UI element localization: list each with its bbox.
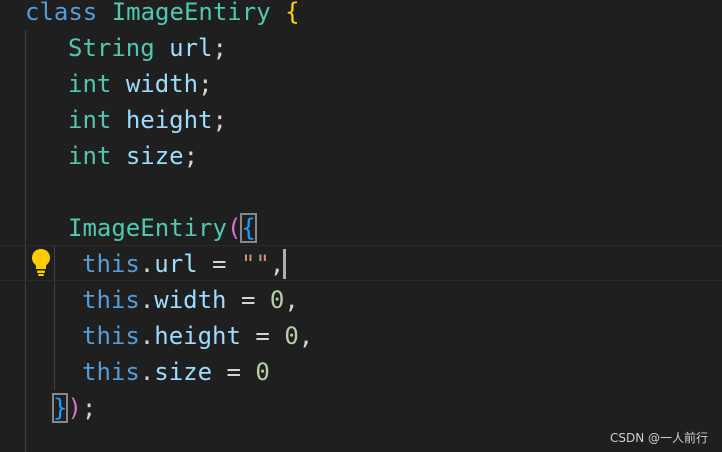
open-paren: ( bbox=[226, 214, 242, 242]
field-type: int bbox=[68, 142, 112, 170]
number-value: 0 bbox=[269, 286, 285, 314]
semicolon: ; bbox=[183, 142, 199, 170]
code-line-assignment[interactable]: this.url = "", bbox=[82, 246, 284, 282]
comma: , bbox=[298, 322, 314, 350]
dot: . bbox=[139, 250, 155, 278]
indent-guide bbox=[25, 30, 26, 452]
code-line-assignment[interactable]: this.height = 0, bbox=[82, 318, 313, 354]
this-keyword: this bbox=[82, 358, 140, 386]
comma: , bbox=[284, 286, 299, 314]
code-line-class-declaration[interactable]: class ImageEntiry { bbox=[25, 0, 300, 30]
assigned-field: url bbox=[154, 250, 198, 278]
lightbulb-icon[interactable] bbox=[30, 247, 52, 277]
text-cursor bbox=[283, 249, 286, 279]
class-keyword: class bbox=[25, 0, 98, 26]
string-value: "" bbox=[240, 250, 270, 278]
code-editor[interactable]: class ImageEntiry { String url; int widt… bbox=[0, 0, 722, 452]
open-brace: { bbox=[285, 0, 300, 26]
assign-operator: = bbox=[240, 322, 285, 350]
code-line-closing[interactable]: }); bbox=[51, 390, 97, 426]
code-line-assignment[interactable]: this.width = 0, bbox=[82, 282, 299, 318]
field-type: int bbox=[68, 70, 112, 98]
this-keyword: this bbox=[82, 286, 140, 314]
code-line-field[interactable]: int height; bbox=[68, 102, 227, 138]
constructor-name: ImageEntiry bbox=[68, 214, 227, 242]
code-line-field[interactable]: int size; bbox=[68, 138, 198, 174]
matched-close-brace: } bbox=[51, 393, 69, 423]
end-semicolon: ; bbox=[81, 394, 97, 422]
assign-operator: = bbox=[212, 358, 256, 386]
number-value: 0 bbox=[255, 358, 270, 386]
matched-open-brace: { bbox=[240, 213, 257, 243]
field-name: url bbox=[169, 34, 213, 62]
dot: . bbox=[139, 286, 155, 314]
dot: . bbox=[139, 322, 155, 350]
code-line-field[interactable]: int width; bbox=[68, 66, 213, 102]
semicolon: ; bbox=[198, 70, 213, 98]
class-name: ImageEntiry bbox=[111, 0, 271, 26]
assign-operator: = bbox=[197, 250, 241, 278]
this-keyword: this bbox=[82, 322, 140, 350]
assign-operator: = bbox=[226, 286, 270, 314]
number-value: 0 bbox=[284, 322, 299, 350]
field-type: int bbox=[68, 106, 112, 134]
semicolon: ; bbox=[212, 106, 227, 134]
field-name: height bbox=[125, 106, 213, 134]
code-line-assignment[interactable]: this.size = 0 bbox=[82, 354, 270, 390]
watermark: CSDN @一人前行 bbox=[609, 431, 708, 445]
assigned-field: size bbox=[154, 358, 213, 386]
code-line-constructor[interactable]: ImageEntiry({ bbox=[68, 210, 257, 246]
dot: . bbox=[139, 358, 155, 386]
close-paren: ) bbox=[67, 394, 82, 422]
assigned-field: height bbox=[154, 322, 241, 350]
field-name: size bbox=[125, 142, 184, 170]
code-line-field[interactable]: String url; bbox=[68, 30, 227, 66]
field-name: width bbox=[125, 70, 199, 98]
assigned-field: width bbox=[154, 286, 227, 314]
semicolon: ; bbox=[212, 34, 227, 62]
field-type: String bbox=[68, 34, 155, 62]
this-keyword: this bbox=[82, 250, 140, 278]
